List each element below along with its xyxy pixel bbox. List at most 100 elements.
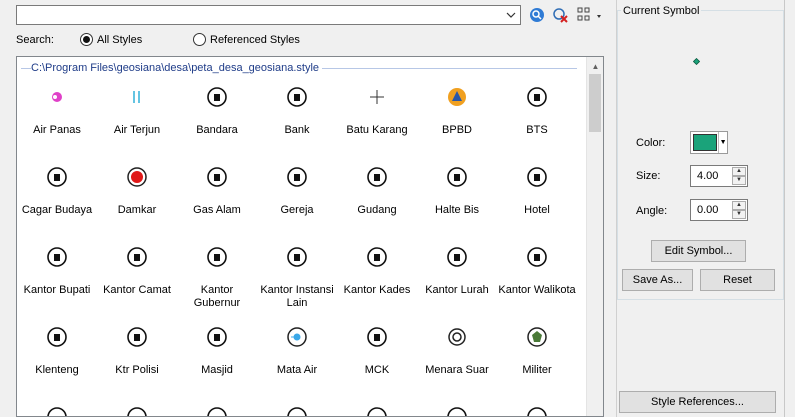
view-mode-button[interactable] <box>576 6 606 24</box>
symbol-partial-icon <box>527 407 547 416</box>
scroll-up-arrow[interactable]: ▲ <box>587 59 603 73</box>
color-swatch <box>693 134 718 151</box>
symbol-label: Gas Alam <box>193 204 241 216</box>
radio-button[interactable] <box>193 33 206 46</box>
symbol-item[interactable]: Kantor Walikota <box>497 241 577 321</box>
office-b-icon <box>47 247 67 267</box>
symbol-item[interactable]: Air Panas <box>17 81 97 161</box>
symbol-label: Kantor Walikota <box>498 284 576 296</box>
bank-rp-icon <box>287 87 307 107</box>
symbol-label: Ktr Polisi <box>115 364 159 376</box>
office-l-icon <box>447 247 467 267</box>
symbol-label: Gereja <box>280 204 314 216</box>
gas-icon <box>207 167 227 187</box>
search-button[interactable] <box>528 6 546 24</box>
angle-up-button[interactable]: ▲ <box>732 201 746 210</box>
angle-label: Angle: <box>636 205 668 217</box>
symbol-item[interactable]: Gas Alam <box>177 161 257 241</box>
symbol-item[interactable]: Air Terjun <box>97 81 177 161</box>
radio-button-selected[interactable] <box>80 33 93 46</box>
church-icon <box>287 167 307 187</box>
magnify-icon <box>530 8 544 22</box>
symbol-search-box[interactable] <box>16 5 521 25</box>
symbol-label: Bandara <box>196 124 238 136</box>
chevron-down-icon: ▼ <box>718 132 727 153</box>
fire-station-icon <box>127 167 147 187</box>
symbol-item[interactable]: Klenteng <box>17 321 97 401</box>
symbol-item[interactable]: BTS <box>497 81 577 161</box>
symbol-item[interactable]: Kantor Camat <box>97 241 177 321</box>
size-down-button[interactable]: ▼ <box>732 176 746 185</box>
symbol-item[interactable]: Kantor Bupati <box>17 241 97 321</box>
symbol-item[interactable]: Kantor Kades <box>337 241 417 321</box>
symbol-item[interactable]: Gudang <box>337 161 417 241</box>
police-icon <box>127 327 147 347</box>
style-references-button[interactable]: Style References... <box>619 391 776 413</box>
size-label: Size: <box>636 170 661 182</box>
symbol-label: Halte Bis <box>434 204 480 216</box>
clear-search-button[interactable] <box>551 6 569 24</box>
symbol-label: Kantor Bupati <box>23 284 91 296</box>
warehouse-icon <box>367 167 387 187</box>
mosque-icon <box>207 327 227 347</box>
size-spinner[interactable]: 4.00 ▲ ▼ <box>690 165 748 187</box>
symbol-label: Gudang <box>357 204 397 216</box>
edit-symbol-button[interactable]: Edit Symbol... <box>651 240 746 262</box>
symbol-item[interactable]: Menara Suar <box>417 321 497 401</box>
angle-spinner[interactable]: 0.00 ▲ ▼ <box>690 199 748 221</box>
restroom-icon <box>367 327 387 347</box>
current-symbol-title: Current Symbol <box>621 5 702 17</box>
symbol-item[interactable]: Damkar <box>97 161 177 241</box>
radio-referenced-styles-label: Referenced Styles <box>210 33 300 46</box>
monument-icon <box>47 167 67 187</box>
symbol-item[interactable]: MCK <box>337 321 417 401</box>
bus-stop-icon <box>447 167 467 187</box>
symbol-item[interactable]: Bank <box>257 81 337 161</box>
symbol-item[interactable]: Hotel <box>497 161 577 241</box>
vertical-scrollbar[interactable]: ▲ <box>586 57 603 416</box>
reset-button[interactable]: Reset <box>700 269 775 291</box>
radio-all-styles-label: All Styles <box>97 33 143 46</box>
symbol-label: Cagar Budaya <box>21 204 93 216</box>
symbol-item[interactable]: Gereja <box>257 161 337 241</box>
hot-spring-icon <box>52 92 62 102</box>
symbol-label: Air Panas <box>33 124 81 136</box>
symbol-label: Militer <box>522 364 552 376</box>
size-up-button[interactable]: ▲ <box>732 167 746 176</box>
symbol-item[interactable]: Kantor Instansi Lain <box>257 241 337 321</box>
symbol-item[interactable]: Masjid <box>177 321 257 401</box>
search-input[interactable] <box>17 6 497 24</box>
airplane-icon <box>207 87 227 107</box>
tower-icon <box>527 87 547 107</box>
radio-all-styles[interactable]: All Styles <box>80 33 142 46</box>
office-c-icon <box>127 247 147 267</box>
scroll-thumb[interactable] <box>589 74 601 132</box>
angle-down-button[interactable]: ▼ <box>732 210 746 219</box>
search-dropdown-arrow[interactable] <box>502 6 520 24</box>
color-picker-button[interactable]: ▼ <box>690 131 728 154</box>
radio-referenced-styles[interactable]: Referenced Styles <box>193 33 300 46</box>
symbol-partial-icon <box>287 407 307 416</box>
symbol-item[interactable]: Militer <box>497 321 577 401</box>
save-as-button[interactable]: Save As... <box>622 269 693 291</box>
search-filter-label: Search: <box>16 34 54 46</box>
symbol-item[interactable]: Bandara <box>177 81 257 161</box>
symbol-item[interactable]: BPBD <box>417 81 497 161</box>
symbol-partial-icon <box>367 407 387 416</box>
symbol-label: Mata Air <box>276 364 318 376</box>
symbol-label: Masjid <box>201 364 233 376</box>
symbol-label: Kantor Kades <box>343 284 411 296</box>
size-value: 4.00 <box>697 170 719 182</box>
grid-view-icon <box>577 7 601 21</box>
symbol-item[interactable]: Ktr Polisi <box>97 321 177 401</box>
symbol-item[interactable]: Batu Karang <box>337 81 417 161</box>
symbol-item[interactable]: Kantor Lurah <box>417 241 497 321</box>
symbol-item[interactable]: Cagar Budaya <box>17 161 97 241</box>
symbol-item[interactable]: Halte Bis <box>417 161 497 241</box>
symbol-label: Bank <box>284 124 310 136</box>
symbol-item[interactable]: Mata Air <box>257 321 337 401</box>
window-edge <box>784 0 795 417</box>
symbol-item[interactable]: Kantor Gubernur <box>177 241 257 321</box>
symbol-gallery[interactable]: C:\Program Files\geosiana\desa\peta_desa… <box>16 56 604 417</box>
plus-mark-icon <box>370 90 384 104</box>
